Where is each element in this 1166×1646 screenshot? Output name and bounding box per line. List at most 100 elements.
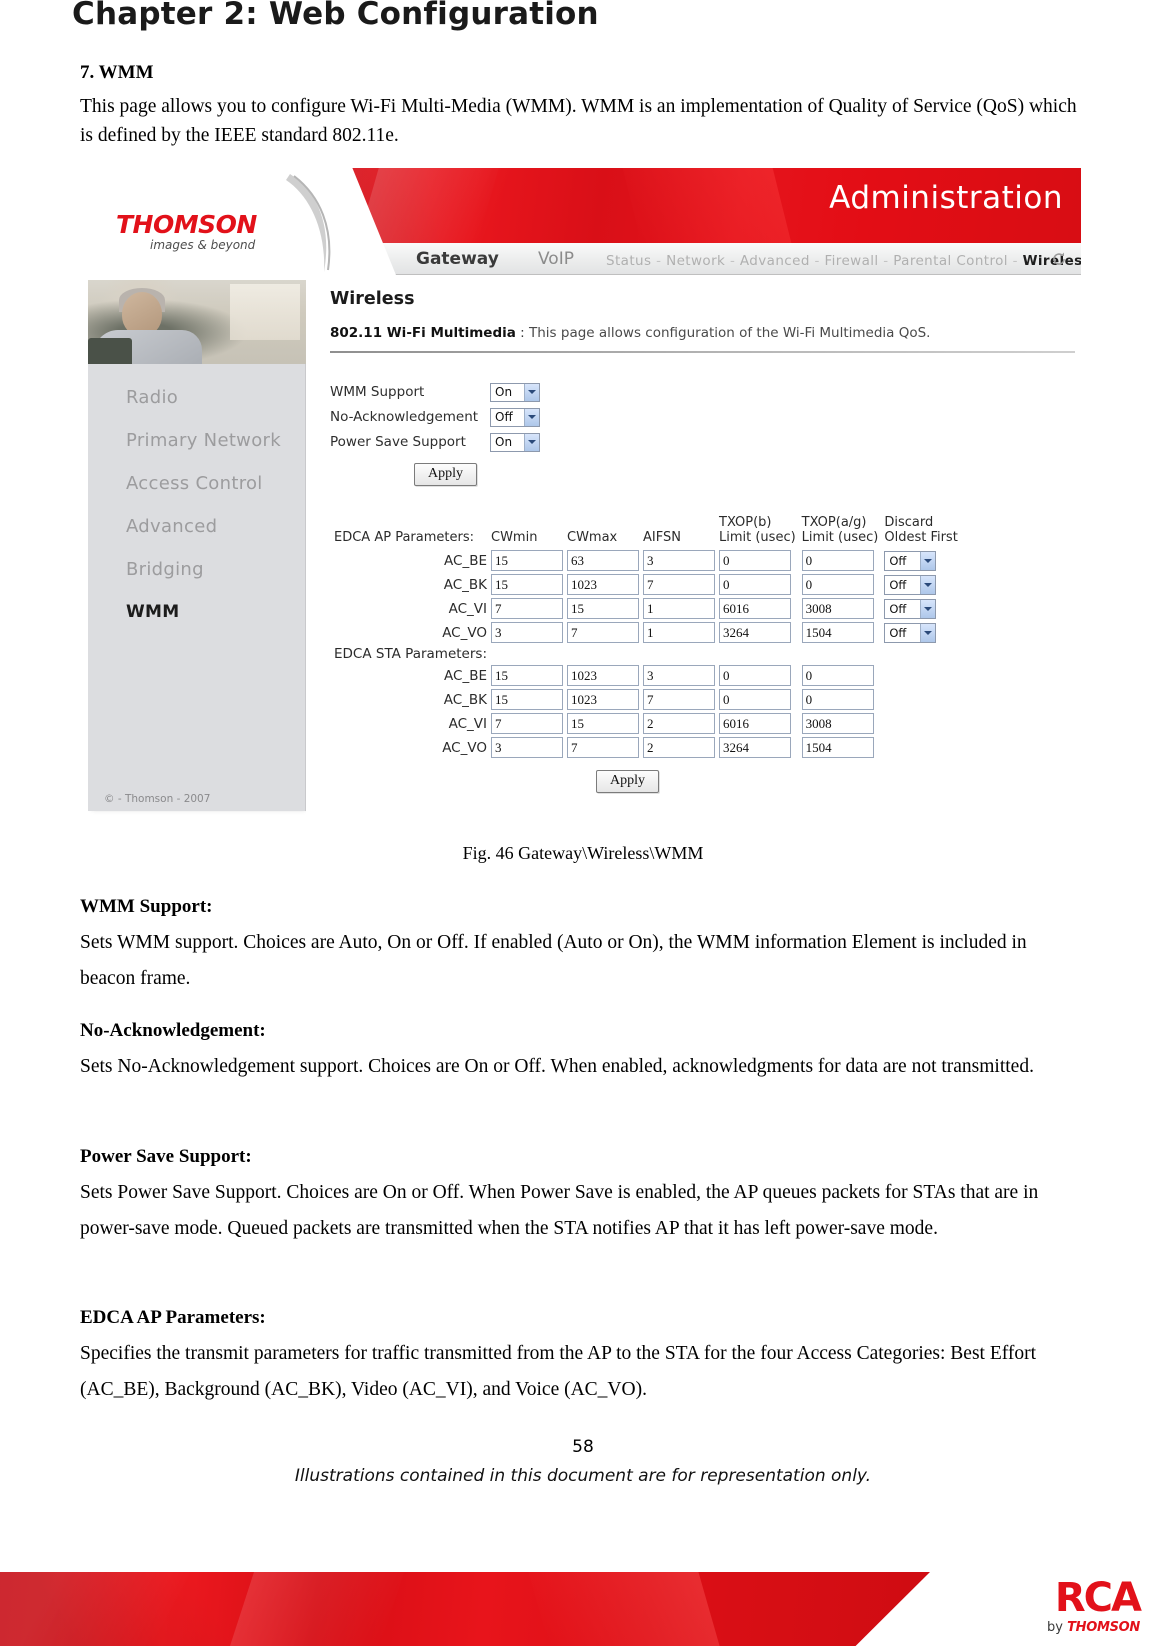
sta-ac-be-txop-ag[interactable]: 0 (801, 665, 874, 686)
ap-ac-bk-discard[interactable]: Off (884, 574, 937, 595)
ap-ac-bk-cwmax[interactable]: 1023 (567, 574, 639, 595)
sta-row-label-ac-vo: AC_VO (442, 739, 487, 756)
ap-ac-vi-txop-ag[interactable]: 3008 (801, 598, 874, 619)
table-row: AC_VO 3 7 1 3264 1504 Off (334, 622, 960, 643)
sta-ac-bk-aifsn[interactable]: 7 (643, 689, 715, 710)
sidebar-photo (88, 280, 306, 364)
select-no-acknowledgement-value: Off (495, 410, 513, 424)
sta-ac-vo-cwmax[interactable]: 7 (567, 737, 639, 758)
table-row: AC_BE 15 1023 3 0 0 (334, 665, 960, 686)
chevron-down-icon (920, 599, 936, 618)
sidebar-item-radio[interactable]: Radio (88, 376, 306, 419)
select-no-acknowledgement[interactable]: Off (490, 407, 540, 427)
ap-ac-vo-cwmax[interactable]: 7 (567, 622, 639, 643)
pane-subtitle-description: This page allows configuration of the Wi… (529, 325, 931, 341)
select-wmm-support-value: On (495, 385, 513, 399)
sidebar-item-bridging[interactable]: Bridging (88, 548, 306, 591)
ap-ac-bk-aifsn[interactable]: 7 (643, 574, 715, 595)
sta-ac-vi-cwmin[interactable]: 7 (491, 713, 563, 734)
select-power-save-support-value: On (495, 435, 513, 449)
desc-heading-wmm-support: WMM Support: (80, 896, 213, 917)
select-wmm-support[interactable]: On (490, 382, 540, 402)
table-row: AC_VI 7 15 1 6016 3008 Off (334, 598, 960, 619)
apply-button-top[interactable]: Apply (414, 463, 477, 486)
sta-ac-vo-txop-b[interactable]: 3264 (719, 737, 791, 758)
sta-ac-bk-cwmin[interactable]: 15 (491, 689, 563, 710)
chevron-down-icon (920, 551, 936, 570)
ap-ac-vi-cwmin[interactable]: 7 (491, 598, 563, 619)
table-row: AC_BE 15 63 3 0 0 Off (334, 550, 960, 571)
ap-ac-be-txop-ag[interactable]: 0 (801, 550, 874, 571)
sta-ac-bk-txop-b[interactable]: 0 (719, 689, 791, 710)
ap-ac-vo-discard[interactable]: Off (884, 622, 937, 643)
table-row: AC_VI 7 15 2 6016 3008 (334, 713, 960, 734)
sta-ac-bk-txop-ag[interactable]: 0 (801, 689, 874, 710)
sta-ac-be-cwmin[interactable]: 15 (491, 665, 563, 686)
ap-ac-be-cwmin[interactable]: 15 (491, 550, 563, 571)
ap-ac-be-cwmax[interactable]: 63 (567, 550, 639, 571)
edca-sta-title-row: EDCA STA Parameters: (334, 646, 960, 662)
ap-ac-be-txop-b[interactable]: 0 (719, 550, 791, 571)
ap-ac-bk-txop-b[interactable]: 0 (719, 574, 791, 595)
sta-ac-vi-txop-ag[interactable]: 3008 (801, 713, 874, 734)
apply-button-bottom[interactable]: Apply (596, 770, 659, 793)
nav-item-network[interactable]: Network (666, 253, 725, 269)
sidebar-item-access-control[interactable]: Access Control (88, 462, 306, 505)
sta-ac-bk-cwmax[interactable]: 1023 (567, 689, 639, 710)
sidebar-item-wmm[interactable]: WMM (88, 591, 306, 633)
nav-item-advanced[interactable]: Advanced (740, 253, 810, 269)
nav-tab-gateway[interactable]: Gateway (416, 249, 499, 269)
red-header-banner: Administration (306, 168, 1081, 243)
ap-ac-vi-discard[interactable]: Off (884, 598, 937, 619)
nav-item-parental-control[interactable]: Parental Control (893, 253, 1008, 269)
sta-ac-vi-cwmax[interactable]: 15 (567, 713, 639, 734)
nav-item-status[interactable]: Status (606, 253, 651, 269)
label-wmm-support: WMM Support (330, 384, 425, 400)
ap-ac-be-aifsn[interactable]: 3 (643, 550, 715, 571)
header-discard-line1: Discard (884, 515, 934, 530)
sidebar-item-primary-network[interactable]: Primary Network (88, 419, 306, 462)
edca-ap-title: EDCA AP Parameters: (334, 530, 474, 545)
sta-ac-vo-aifsn[interactable]: 2 (643, 737, 715, 758)
header-discard-line2: Oldest First (884, 530, 958, 545)
ap-ac-vo-aifsn[interactable]: 1 (643, 622, 715, 643)
desc-body-power-save-support: Sets Power Save Support. Choices are On … (80, 1182, 1039, 1239)
ap-row-label-ac-be: AC_BE (444, 552, 487, 569)
section-heading: 7. WMM (80, 62, 154, 83)
edca-table: EDCA AP Parameters: CWmin CWmax AIFSN TX… (330, 512, 964, 761)
rca-logo: RCA by THOMSON (1047, 1575, 1142, 1635)
header-txop-b-line2: Limit (usec) (719, 530, 796, 545)
sta-ac-be-cwmax[interactable]: 1023 (567, 665, 639, 686)
edca-header-row: EDCA AP Parameters: CWmin CWmax AIFSN TX… (334, 515, 960, 547)
ap-ac-bk-cwmin[interactable]: 15 (491, 574, 563, 595)
sta-ac-vi-txop-b[interactable]: 6016 (719, 713, 791, 734)
sidebar-item-advanced[interactable]: Advanced (88, 505, 306, 548)
ap-ac-vi-txop-b[interactable]: 6016 (719, 598, 791, 619)
ap-ac-vo-txop-b[interactable]: 3264 (719, 622, 791, 643)
ap-ac-vo-txop-ag[interactable]: 1504 (801, 622, 874, 643)
sta-ac-be-txop-b[interactable]: 0 (719, 665, 791, 686)
ap-ac-bk-txop-ag[interactable]: 0 (801, 574, 874, 595)
nav-tab-voip[interactable]: VoIP (538, 249, 574, 269)
ap-ac-vi-aifsn[interactable]: 1 (643, 598, 715, 619)
desc-heading-power-save-support: Power Save Support: (80, 1146, 252, 1167)
manual-page: Chapter 2: Web Configuration 7. WMM This… (0, 0, 1166, 1646)
chevron-down-icon (524, 433, 539, 451)
desc-heading-edca-ap-parameters: EDCA AP Parameters: (80, 1307, 266, 1328)
rca-logo-mark: RCA (1054, 1575, 1142, 1621)
footer-red-bar (0, 1572, 930, 1646)
table-row: AC_BK 15 1023 7 0 0 Off (334, 574, 960, 595)
select-power-save-support[interactable]: On (490, 432, 540, 452)
sta-ac-vi-aifsn[interactable]: 2 (643, 713, 715, 734)
ap-ac-be-discard[interactable]: Off (884, 550, 937, 571)
chevron-down-icon (920, 575, 936, 594)
nav-item-firewall[interactable]: Firewall (824, 253, 878, 269)
sta-ac-vo-txop-ag[interactable]: 1504 (801, 737, 874, 758)
sta-ac-be-aifsn[interactable]: 3 (643, 665, 715, 686)
ap-ac-vi-cwmax[interactable]: 15 (567, 598, 639, 619)
ap-ac-vo-cwmin[interactable]: 3 (491, 622, 563, 643)
refresh-icon[interactable] (1051, 251, 1067, 267)
header-txop-ag-line1: TXOP(a/g) (801, 515, 867, 530)
sta-ac-vo-cwmin[interactable]: 3 (491, 737, 563, 758)
pane-subtitle: 802.11 Wi-Fi Multimedia : This page allo… (330, 325, 1081, 341)
